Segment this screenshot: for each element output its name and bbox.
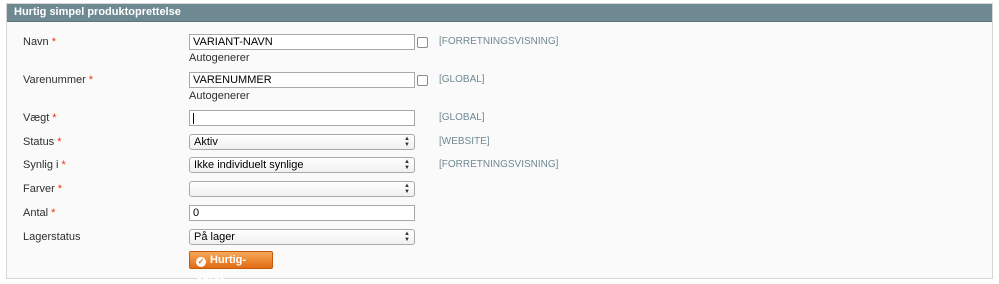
varenummer-autogenerate-label: Autogenerer	[189, 90, 250, 102]
required-marker: *	[51, 36, 56, 48]
navn-label: Navn *	[23, 36, 56, 48]
varenummer-scope-label: [GLOBAL]	[439, 74, 485, 85]
status-select[interactable]: Aktiv ▲ ▼	[189, 134, 415, 150]
navn-scope-label: [FORRETNINGSVISNING]	[439, 36, 559, 47]
vaegt-scope-label: [GLOBAL]	[439, 112, 485, 123]
antal-input[interactable]: 0	[189, 205, 415, 221]
navn-autogenerate-label: Autogenerer	[189, 52, 250, 64]
select-arrows-icon: ▲ ▼	[404, 159, 410, 171]
required-marker: *	[57, 183, 63, 195]
required-marker: *	[88, 74, 94, 86]
quick-create-panel: Hurtig simpel produktoprettelse Navn * VA…	[6, 3, 993, 282]
vaegt-input[interactable]	[189, 110, 415, 126]
lagerstatus-select[interactable]: På lager ▲ ▼	[189, 229, 415, 245]
status-label: Status *	[23, 136, 62, 148]
navn-autogenerate-checkbox[interactable]	[417, 37, 428, 48]
status-scope-label: [WEBSITE]	[439, 136, 490, 147]
select-arrows-icon: ▲ ▼	[404, 136, 410, 148]
section-title: Hurtig simpel produktoprettelse	[7, 4, 992, 22]
check-circle-icon: ✓	[196, 257, 206, 267]
quick-create-button[interactable]: ✓ Hurtig-opret	[189, 251, 273, 282]
synlig-label: Synlig i *	[23, 159, 66, 171]
select-arrows-icon: ▲ ▼	[404, 183, 410, 195]
farver-select[interactable]: ▲ ▼	[189, 181, 415, 197]
synlig-select[interactable]: Ikke individuelt synlige ▲ ▼	[189, 157, 415, 173]
required-marker: *	[52, 112, 57, 124]
text-cursor	[193, 112, 194, 124]
select-arrows-icon: ▲ ▼	[404, 231, 410, 243]
varenummer-input[interactable]: VARENUMMER	[189, 72, 415, 88]
required-marker: *	[51, 207, 56, 219]
vaegt-label: Vægt *	[23, 112, 57, 124]
required-marker: *	[57, 136, 62, 148]
varenummer-autogenerate-checkbox[interactable]	[417, 75, 428, 86]
lagerstatus-label: Lagerstatus	[23, 231, 81, 243]
farver-label: Farver *	[23, 183, 63, 195]
varenummer-label: Varenummer *	[23, 74, 94, 86]
required-marker: *	[61, 159, 66, 171]
antal-label: Antal *	[23, 207, 56, 219]
navn-input[interactable]: VARIANT-NAVN	[189, 34, 415, 50]
synlig-scope-label: [FORRETNINGSVISNING]	[439, 159, 559, 170]
